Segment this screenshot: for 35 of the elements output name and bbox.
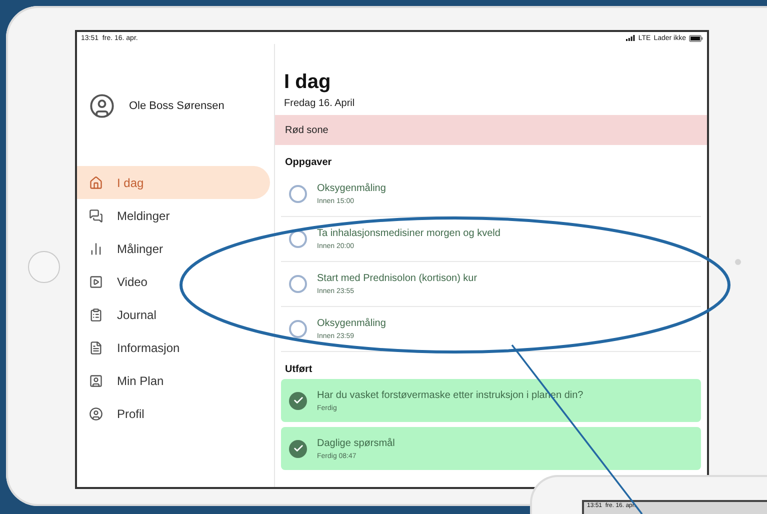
document-icon	[89, 340, 103, 354]
task-title: Daglige spørsmål	[317, 438, 395, 448]
nav-item[interactable]: Min Plan	[77, 364, 270, 397]
page-date: Fredag 16. April	[283, 97, 356, 109]
nav-item[interactable]: Journal	[77, 298, 270, 331]
task-title: Start med Prednisolon (kortison) kur	[317, 273, 478, 284]
task-title: Oksygenmåling	[317, 318, 386, 329]
task-title: Ta inhalasjonsmedisiner morgen og kveld	[317, 228, 500, 239]
battery-icon	[689, 34, 703, 42]
house-icon	[89, 176, 103, 190]
clipboard-icon	[89, 308, 103, 322]
zone-banner: Rød sone	[275, 115, 707, 145]
user-circle-icon	[89, 406, 103, 420]
section-heading: Oppgaver	[284, 156, 333, 170]
avatar-icon	[89, 93, 115, 119]
task-checkbox[interactable]	[289, 275, 307, 293]
task-title: Oksygenmåling	[317, 183, 386, 194]
task-checkbox[interactable]	[289, 230, 307, 248]
task-checkbox[interactable]	[289, 185, 307, 203]
bar-chart-icon	[89, 242, 103, 256]
camera-dot	[735, 259, 741, 265]
nav-item[interactable]: Informasjon	[77, 331, 270, 364]
nav-item[interactable]: Meldinger	[77, 199, 270, 232]
nav-item[interactable]: Målinger	[77, 232, 270, 265]
nav-item[interactable]: Profil	[77, 397, 270, 430]
chat-bubbles-icon	[89, 208, 103, 222]
task-checkbox[interactable]	[289, 320, 307, 338]
section-heading: Utført	[284, 363, 314, 377]
play-square-icon	[89, 274, 103, 288]
user-card-icon	[89, 374, 103, 388]
user-name: Ole Boss Sørensen	[129, 100, 224, 112]
nav-item[interactable]: Video	[77, 265, 270, 298]
home-button[interactable]	[28, 251, 60, 283]
page-title: I dag	[283, 71, 332, 94]
signal-icon	[626, 35, 636, 41]
